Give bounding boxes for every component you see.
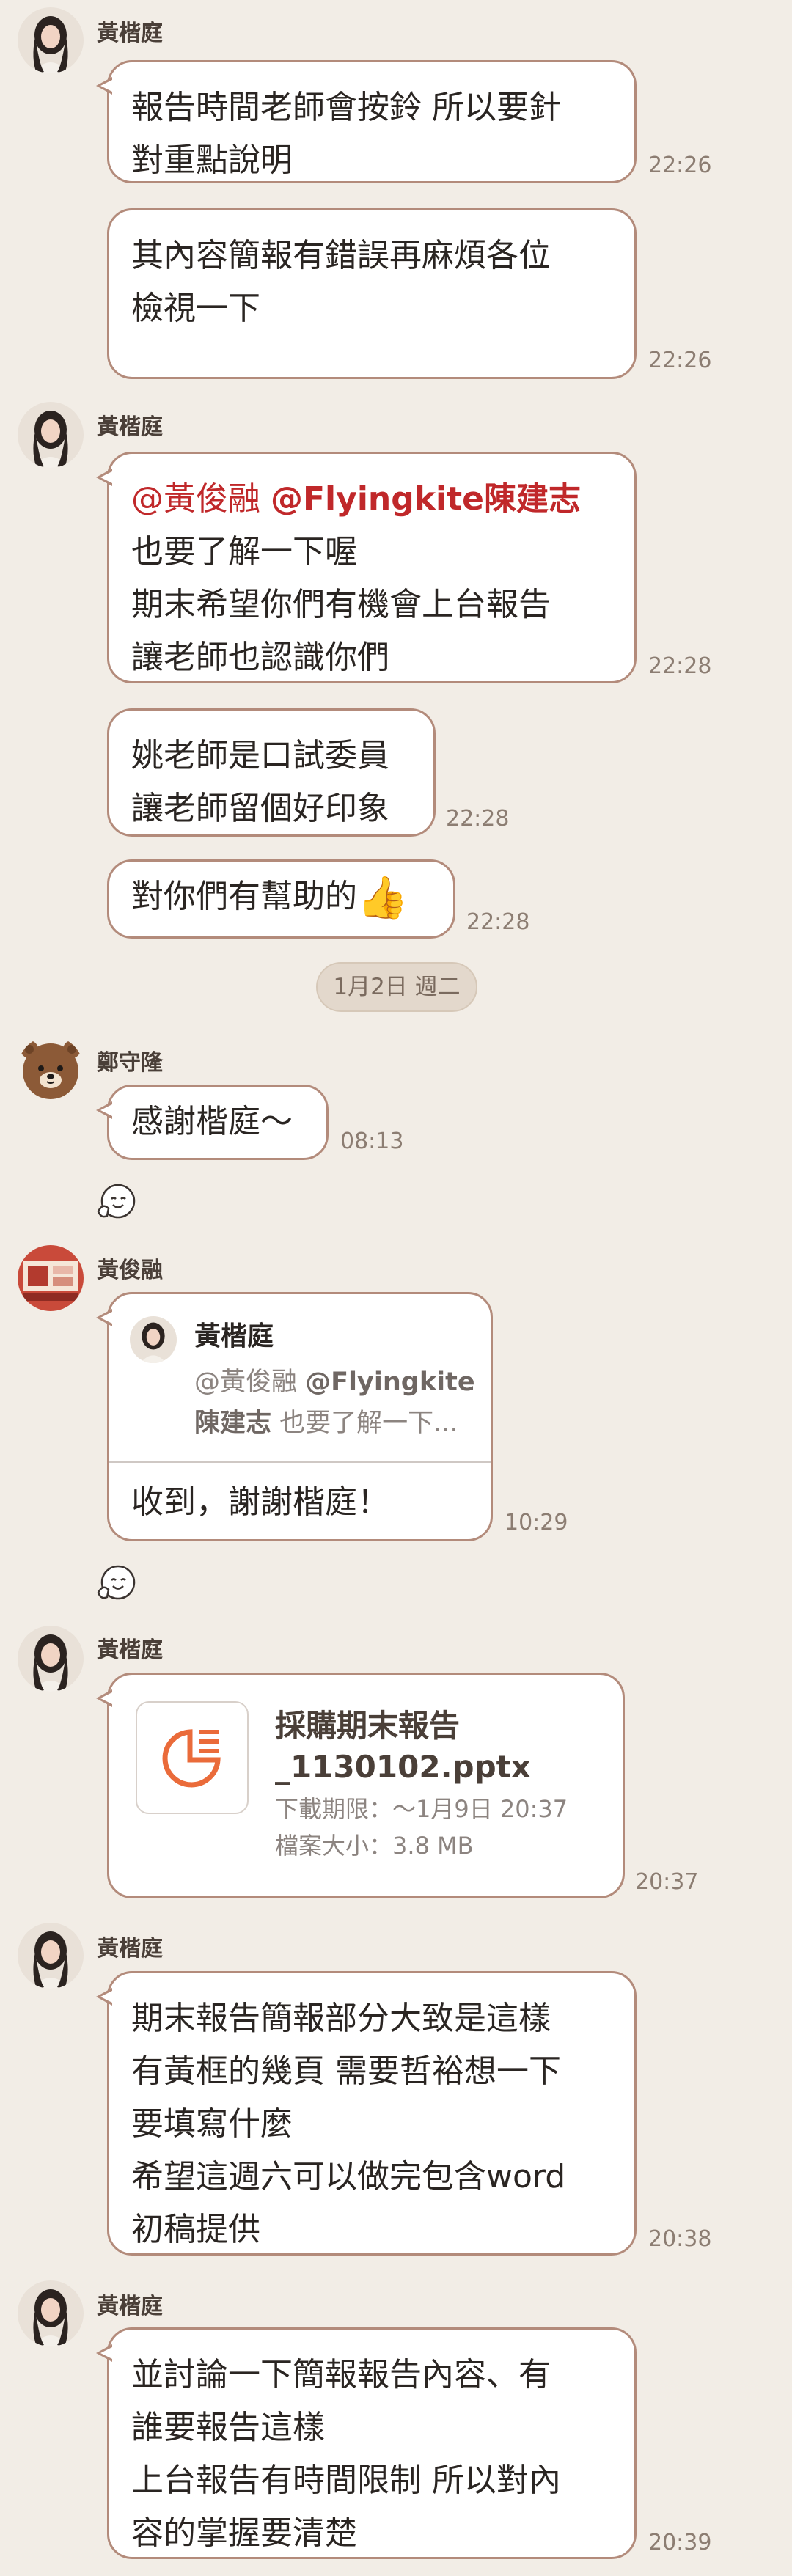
smile-reaction-icon[interactable] <box>94 1560 139 1606</box>
message-line: 報告時間老師會按鈴 所以要針 <box>131 89 561 126</box>
message-line: 期末希望你們有機會上台報告 <box>131 586 551 623</box>
message-line: 誰要報告這樣 <box>131 2409 325 2446</box>
date-separator: 1月2日 週二 <box>316 962 477 1012</box>
sender-name: 黃楷庭 <box>97 1936 163 1962</box>
message-time: 22:26 <box>648 153 712 178</box>
file-size: 檔案大小：3.8 MB <box>275 1832 474 1860</box>
quoted-message[interactable]: 黃楷庭 @黃俊融 @Flyingkite 陳建志 也要了解一下... <box>194 1315 475 1444</box>
quote-text-line: @黃俊融 @Flyingkite <box>194 1368 475 1397</box>
message-line: 讓老師留個好印象 <box>131 790 389 827</box>
message-time: 22:28 <box>466 909 530 935</box>
avatar[interactable] <box>18 7 84 73</box>
message-line: 讓老師也認識你們 <box>131 639 389 676</box>
quote-sender-name: 黃楷庭 <box>194 1321 274 1351</box>
avatar[interactable] <box>18 1626 84 1692</box>
avatar[interactable] <box>18 1245 84 1311</box>
message-line: 檢視一下 <box>131 290 260 327</box>
avatar[interactable] <box>18 2280 84 2346</box>
thumbs-up-icon: 👍 <box>357 874 408 922</box>
bear-avatar-icon <box>18 1036 84 1102</box>
message-line: 對你們有幫助的👍 <box>131 870 431 925</box>
user-photo-avatar <box>18 402 84 468</box>
avatar[interactable] <box>18 1923 84 1989</box>
user-photo-avatar <box>18 1923 84 1989</box>
message-line: @黃俊融 @Flyingkite陳建志 <box>131 473 612 526</box>
message-bubble[interactable]: 感謝楷庭～ <box>96 1085 329 1160</box>
message-bubble[interactable]: 期末報告簡報部分大致是這樣 有黃框的幾頁 需要哲裕想一下 要填寫什麼 希望這週六… <box>96 1971 637 2256</box>
file-name: 採購期末報告 <box>275 1708 461 1744</box>
message-bubble[interactable]: @黃俊融 @Flyingkite陳建志 也要了解一下喔 期末希望你們有機會上台報… <box>96 452 637 683</box>
file-name: _1130102.pptx <box>275 1749 531 1785</box>
file-info: 採購期末報告 _1130102.pptx 下載期限：～1月9日 20:37 檔案… <box>275 1706 568 1864</box>
message-line: 對重點說明 <box>131 142 293 179</box>
presentation-file-icon <box>136 1701 249 1814</box>
message-line: 期末報告簡報部分大致是這樣 <box>131 2000 551 2037</box>
smile-reaction-icon[interactable] <box>94 1179 139 1225</box>
message-line: 也要了解一下喔 <box>131 533 357 570</box>
message-bubble[interactable]: 並討論一下簡報報告內容、有 誰要報告這樣 上台報告有時間限制 所以對內 容的掌握… <box>96 2327 637 2559</box>
message-line: 收到，謝謝楷庭！ <box>131 1483 389 1521</box>
avatar[interactable] <box>18 1036 84 1102</box>
mention-link[interactable]: @黃俊融 <box>131 480 260 518</box>
user-photo-avatar <box>18 1626 84 1692</box>
message-line: 有黃框的幾頁 需要哲裕想一下 <box>131 2052 561 2090</box>
message-line: 其內容簡報有錯誤再麻煩各位 <box>131 237 551 274</box>
message-line: 初稿提供 <box>131 2211 260 2248</box>
file-expiry: 下載期限：～1月9日 20:37 <box>275 1795 568 1823</box>
user-photo-avatar <box>18 7 84 73</box>
reply-message-bubble[interactable]: 黃楷庭 @黃俊融 @Flyingkite 陳建志 也要了解一下... 收到，謝謝… <box>96 1292 493 1541</box>
message-time: 22:26 <box>648 348 712 373</box>
message-line: 並討論一下簡報報告內容、有 <box>131 2356 551 2393</box>
message-text: 對你們有幫助的 <box>131 878 357 915</box>
message-bubble[interactable]: 對你們有幫助的👍 <box>107 859 455 939</box>
divider <box>109 1461 491 1463</box>
sender-name: 黃楷庭 <box>97 414 163 440</box>
sender-name: 黃俊融 <box>97 1258 163 1283</box>
message-time: 20:38 <box>648 2226 712 2252</box>
sender-name: 黃楷庭 <box>97 1637 163 1663</box>
file-message-bubble[interactable]: 採購期末報告 _1130102.pptx 下載期限：～1月9日 20:37 檔案… <box>96 1673 625 1898</box>
message-bubble[interactable]: 報告時間老師會按鈴 所以要針 對重點說明 <box>96 60 637 183</box>
user-photo-avatar <box>18 2280 84 2346</box>
message-time: 22:28 <box>446 806 510 832</box>
message-line: 容的掌握要清楚 <box>131 2514 357 2552</box>
quote-avatar <box>130 1316 177 1363</box>
message-line: 姚老師是口試委員 <box>131 737 389 774</box>
message-time: 10:29 <box>505 1510 568 1535</box>
avatar[interactable] <box>18 402 84 468</box>
mention-link[interactable]: @Flyingkite陳建志 <box>271 480 581 518</box>
message-time: 20:37 <box>635 1869 699 1895</box>
sender-name: 黃楷庭 <box>97 2294 163 2319</box>
photo-avatar <box>18 1245 84 1311</box>
message-time: 22:28 <box>648 653 712 679</box>
sender-name: 鄭守隆 <box>97 1050 163 1076</box>
message-time: 20:39 <box>648 2530 712 2555</box>
message-line: 要填寫什麼 <box>131 2105 293 2143</box>
message-bubble[interactable]: 其內容簡報有錯誤再麻煩各位 檢視一下 <box>107 208 637 379</box>
message-bubble[interactable]: 姚老師是口試委員 讓老師留個好印象 <box>107 708 436 837</box>
sender-name: 黃楷庭 <box>97 21 163 46</box>
message-time: 08:13 <box>340 1129 404 1154</box>
message-line: 希望這週六可以做完包含word <box>131 2158 566 2195</box>
quote-text-line: 陳建志 也要了解一下... <box>194 1409 458 1438</box>
message-line: 感謝楷庭～ <box>131 1103 293 1140</box>
message-line: 上台報告有時間限制 所以對內 <box>131 2462 561 2499</box>
